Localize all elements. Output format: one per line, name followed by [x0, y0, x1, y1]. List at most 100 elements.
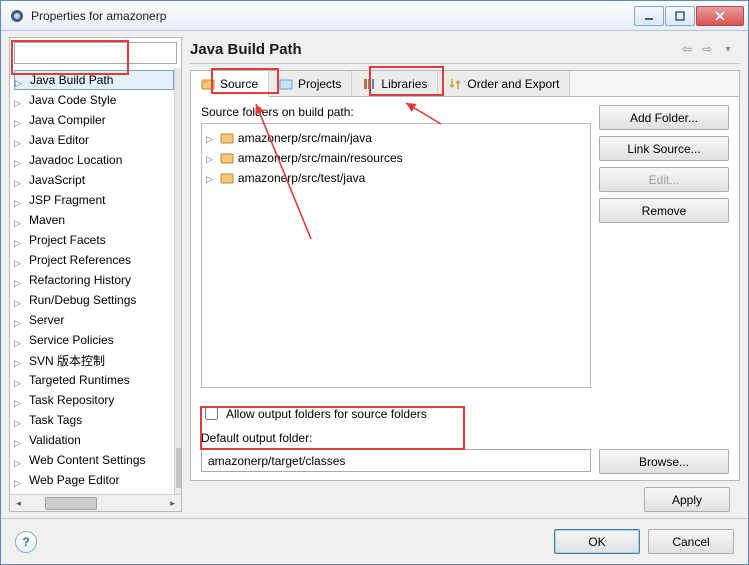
sidebar-item-label: Service Policies [27, 333, 116, 347]
sidebar-item-label: Javadoc Location [27, 153, 124, 167]
browse-button[interactable]: Browse... [599, 449, 729, 474]
expander-icon [206, 171, 216, 185]
source-folder-path: amazonerp/src/main/resources [238, 151, 403, 165]
expander-icon [14, 335, 24, 345]
source-folder-item[interactable]: amazonerp/src/main/resources [206, 148, 586, 168]
tab-label: Projects [298, 77, 341, 91]
tab-projects[interactable]: Projects [269, 71, 352, 96]
tab-strip: Source Projects Libraries Order and Export [191, 71, 739, 97]
sidebar-item-label: Task Repository [27, 393, 116, 407]
tab-label: Source [220, 77, 258, 91]
package-folder-icon [220, 151, 234, 165]
allow-output-checkbox[interactable] [205, 407, 218, 420]
default-output-input[interactable] [201, 449, 591, 472]
expander-icon [14, 275, 24, 285]
source-folder-path: amazonerp/src/test/java [238, 171, 365, 185]
tab-order-and-export[interactable]: Order and Export [438, 71, 570, 96]
sidebar-item-label: Web Content Settings [27, 453, 148, 467]
expander-icon [14, 395, 24, 405]
sidebar-item[interactable]: Task Tags [14, 410, 174, 430]
heading-rule [190, 63, 740, 64]
expander-icon [14, 215, 24, 225]
expander-icon [14, 155, 24, 165]
expander-icon [14, 475, 24, 485]
sidebar-item[interactable]: JavaScript [14, 170, 174, 190]
sidebar-item-label: Project References [27, 253, 133, 267]
sidebar-item-label: SVN 版本控制 [27, 352, 107, 369]
tab-label: Order and Export [467, 77, 559, 91]
sidebar-item[interactable]: Validation [14, 430, 174, 450]
sidebar-item[interactable]: SVN 版本控制 [14, 350, 174, 370]
cancel-button[interactable]: Cancel [648, 529, 734, 554]
sidebar-item-label: Run/Debug Settings [27, 293, 138, 307]
expander-icon [14, 95, 24, 105]
sidebar-item[interactable]: Maven [14, 210, 174, 230]
sidebar-item[interactable]: Java Compiler [14, 110, 174, 130]
sidebar-item[interactable]: Java Code Style [14, 90, 174, 110]
nav-menu-button[interactable] [718, 40, 736, 58]
sidebar-item[interactable]: Server [14, 310, 174, 330]
sidebar-item-label: Web Page Editor [27, 473, 122, 487]
allow-output-label: Allow output folders for source folders [226, 407, 427, 421]
sidebar-item[interactable]: JSP Fragment [14, 190, 174, 210]
sidebar-item[interactable]: Web Content Settings [14, 450, 174, 470]
library-icon [362, 77, 376, 91]
default-output-label: Default output folder: [201, 431, 729, 445]
expander-icon [206, 131, 216, 145]
sidebar-item[interactable]: Targeted Runtimes [14, 370, 174, 390]
sidebar: Java Build Path Java Code StyleJava Compi… [9, 37, 182, 512]
sidebar-item-label: Maven [27, 213, 67, 227]
expander-icon [14, 135, 24, 145]
expander-icon [14, 195, 24, 205]
sidebar-item-label: Task Tags [27, 413, 84, 427]
nav-forward-button[interactable]: ⇨ [698, 40, 716, 58]
ok-button[interactable]: OK [554, 529, 640, 554]
link-source-button[interactable]: Link Source... [599, 136, 729, 161]
sidebar-item-label: Java Build Path [28, 73, 115, 87]
source-caption: Source folders on build path: [201, 105, 591, 119]
sidebar-item-label: Targeted Runtimes [27, 373, 132, 387]
sidebar-item[interactable]: Service Policies [14, 330, 174, 350]
remove-button[interactable]: Remove [599, 198, 729, 223]
source-folders-tree[interactable]: amazonerp/src/main/java amazonerp/src/mai… [201, 123, 591, 388]
sidebar-item[interactable]: Java Build Path [14, 70, 174, 90]
expander-icon [14, 255, 24, 265]
add-folder-button[interactable]: Add Folder... [599, 105, 729, 130]
source-folder-item[interactable]: amazonerp/src/main/java [206, 128, 586, 148]
sidebar-item[interactable]: Javadoc Location [14, 150, 174, 170]
minimize-button[interactable] [634, 6, 664, 26]
expander-icon [14, 375, 24, 385]
sidebar-item[interactable]: Java Editor [14, 130, 174, 150]
sidebar-item[interactable]: Run/Debug Settings [14, 290, 174, 310]
tab-libraries[interactable]: Libraries [352, 71, 438, 96]
sidebar-item[interactable]: Web Page Editor [14, 470, 174, 490]
sidebar-item[interactable]: Project Facets [14, 230, 174, 250]
titlebar: Properties for amazonerp [1, 1, 748, 31]
sidebar-item[interactable]: Refactoring History [14, 270, 174, 290]
page-title: Java Build Path [190, 41, 676, 58]
package-folder-icon [220, 131, 234, 145]
source-folder-item[interactable]: amazonerp/src/test/java [206, 168, 586, 188]
expander-icon [14, 175, 24, 185]
tab-source[interactable]: Source [191, 71, 269, 97]
maximize-button[interactable] [665, 6, 695, 26]
filter-input-wrapper [14, 42, 177, 64]
sidebar-item-label: Validation [27, 433, 83, 447]
category-tree[interactable]: Java Build Path Java Code StyleJava Compi… [10, 68, 174, 494]
close-button[interactable] [696, 6, 744, 26]
sidebar-vscroll[interactable] [174, 68, 181, 494]
edit-button[interactable]: Edit... [599, 167, 729, 192]
sidebar-item-label: Java Editor [27, 133, 91, 147]
nav-back-button[interactable]: ⇦ [678, 40, 696, 58]
sidebar-hscroll[interactable]: ◂ ▸ [10, 494, 181, 511]
sidebar-item[interactable]: Task Repository [14, 390, 174, 410]
sidebar-item-label: Project Facets [27, 233, 108, 247]
sidebar-item[interactable]: Project References [14, 250, 174, 270]
sidebar-item-label: JSP Fragment [27, 193, 107, 207]
filter-input[interactable] [19, 43, 172, 63]
expander-icon [14, 435, 24, 445]
help-button[interactable]: ? [15, 531, 37, 553]
expander-icon [14, 455, 24, 465]
apply-button[interactable]: Apply [644, 487, 730, 512]
sidebar-item-label: JavaScript [27, 173, 87, 187]
